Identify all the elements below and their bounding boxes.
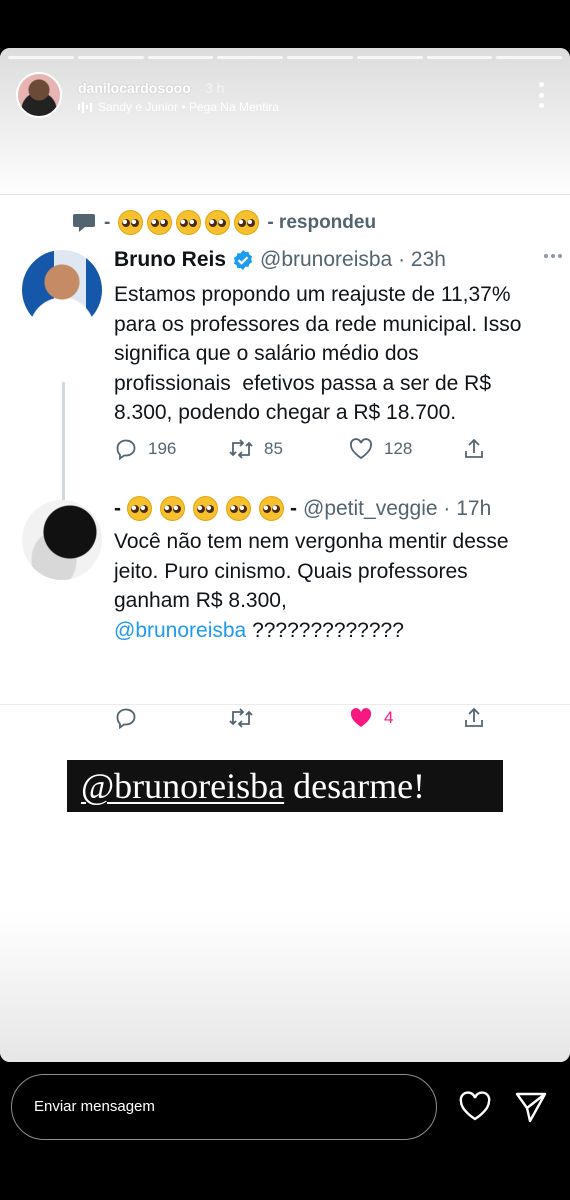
screenshot-bottom-edge: [0, 704, 570, 705]
tweet-header: - - @petit_veggie · 17h: [114, 496, 491, 521]
story-frame[interactable]: danilocardosooo 3 h Sandy e Junior • Peg…: [0, 48, 570, 1062]
retweet-icon: [229, 439, 253, 459]
caption-text: desarme!: [284, 766, 426, 806]
reply-suffix: - respondeu: [267, 211, 377, 233]
tweet-text-end: ?????????????: [246, 618, 404, 642]
tweet-actions: 4: [114, 706, 486, 730]
tweet-mention-link[interactable]: @brunoreisba: [114, 619, 246, 642]
pleading-face-emoji-icon: [234, 210, 260, 235]
retweet-action[interactable]: [228, 706, 348, 730]
share-icon: [465, 707, 483, 727]
like-action[interactable]: 4: [348, 706, 462, 730]
story-caption: @brunoreisba desarme!: [67, 760, 503, 812]
screenshot-top-edge: [0, 194, 570, 195]
reply-context: - - respondeu: [72, 210, 376, 235]
reply-icon: [116, 439, 136, 461]
reply-action[interactable]: [114, 706, 228, 730]
send-direct-icon[interactable]: [514, 1090, 548, 1124]
pleading-face-emoji-icon: [118, 210, 144, 235]
pleading-face-emoji-icon: [160, 496, 185, 521]
reply-prefix: -: [104, 211, 111, 233]
reply-bubble-icon: [73, 213, 95, 232]
share-action[interactable]: [462, 437, 486, 461]
story-header: danilocardosooo 3 h Sandy e Junior • Peg…: [16, 72, 554, 122]
progress-segment: [287, 56, 353, 59]
tweet-author-prefix[interactable]: -: [114, 497, 121, 521]
progress-segment: [77, 56, 144, 59]
pleading-face-emoji-icon: [259, 496, 284, 521]
tweet-avatar[interactable]: [22, 250, 102, 330]
tweet-text-main: Você não tem nem vergonha mentir desse j…: [114, 530, 509, 612]
story-progress: [8, 56, 562, 59]
progress-segment: [426, 56, 493, 59]
retweet-count: 85: [264, 439, 283, 458]
retweet-icon: [229, 708, 253, 728]
audio-wave-icon: [78, 101, 92, 113]
caption-mention[interactable]: @brunoreisba: [81, 766, 284, 806]
heart-outline-icon: [349, 438, 373, 460]
tweet-text: Estamos propondo um reajuste de 11,37% p…: [114, 283, 522, 424]
story-reply-bar: Enviar mensagem: [0, 1062, 570, 1200]
like-action[interactable]: 128: [348, 437, 462, 461]
tweet-author-suffix: -: [290, 496, 297, 520]
pleading-emoji-row: [118, 210, 260, 235]
verified-badge-icon: [233, 250, 253, 270]
progress-segment: [8, 56, 74, 59]
like-story-heart-icon[interactable]: [458, 1091, 492, 1123]
like-count: 128: [384, 439, 413, 458]
tweet-handle-time: @brunoreisba · 23h: [260, 248, 446, 271]
pleading-face-emoji-icon: [193, 496, 218, 521]
share-icon: [465, 438, 483, 458]
pleading-face-emoji-icon: [205, 210, 231, 235]
story-music[interactable]: Sandy e Junior • Pega Na Mentira: [78, 100, 279, 114]
progress-segment: [356, 56, 423, 59]
story-time: 3 h: [205, 80, 225, 96]
tweet-more-icon[interactable]: [544, 254, 562, 258]
pleading-face-emoji-icon: [127, 496, 152, 521]
tweet-text: Você não tem nem vergonha mentir desse j…: [114, 527, 570, 645]
tweet-avatar[interactable]: [22, 500, 102, 580]
story-username[interactable]: danilocardosooo: [78, 80, 191, 96]
pleading-face-emoji-icon: [176, 210, 202, 235]
story-bottom-gradient: [0, 912, 570, 1062]
tweet-handle-time: @petit_veggie · 17h: [303, 496, 492, 520]
progress-segment: [147, 56, 214, 59]
progress-segment: [496, 56, 562, 59]
reply-count: 196: [148, 439, 177, 458]
tweet-author-name[interactable]: Bruno Reis: [114, 248, 226, 272]
reply-icon: [116, 708, 136, 730]
pleading-face-emoji-icon: [147, 210, 173, 235]
progress-segment: [217, 56, 283, 59]
more-options-icon[interactable]: [538, 82, 544, 108]
heart-filled-icon: [350, 708, 372, 727]
share-action[interactable]: [462, 706, 486, 730]
reply-action[interactable]: 196: [114, 437, 228, 461]
music-label: Sandy e Junior • Pega Na Mentira: [98, 100, 279, 114]
retweet-action[interactable]: 85: [228, 437, 348, 461]
story-top-gradient: [0, 48, 570, 198]
like-count: 4: [384, 708, 394, 727]
pleading-face-emoji-icon: [226, 496, 251, 521]
author-emoji-row: [127, 496, 284, 521]
send-message-input[interactable]: Enviar mensagem: [11, 1074, 437, 1140]
tweet-actions: 196 85 128: [114, 437, 486, 461]
story-avatar[interactable]: [16, 72, 62, 118]
tweet-header: Bruno Reis @brunoreisba · 23h: [114, 248, 446, 272]
